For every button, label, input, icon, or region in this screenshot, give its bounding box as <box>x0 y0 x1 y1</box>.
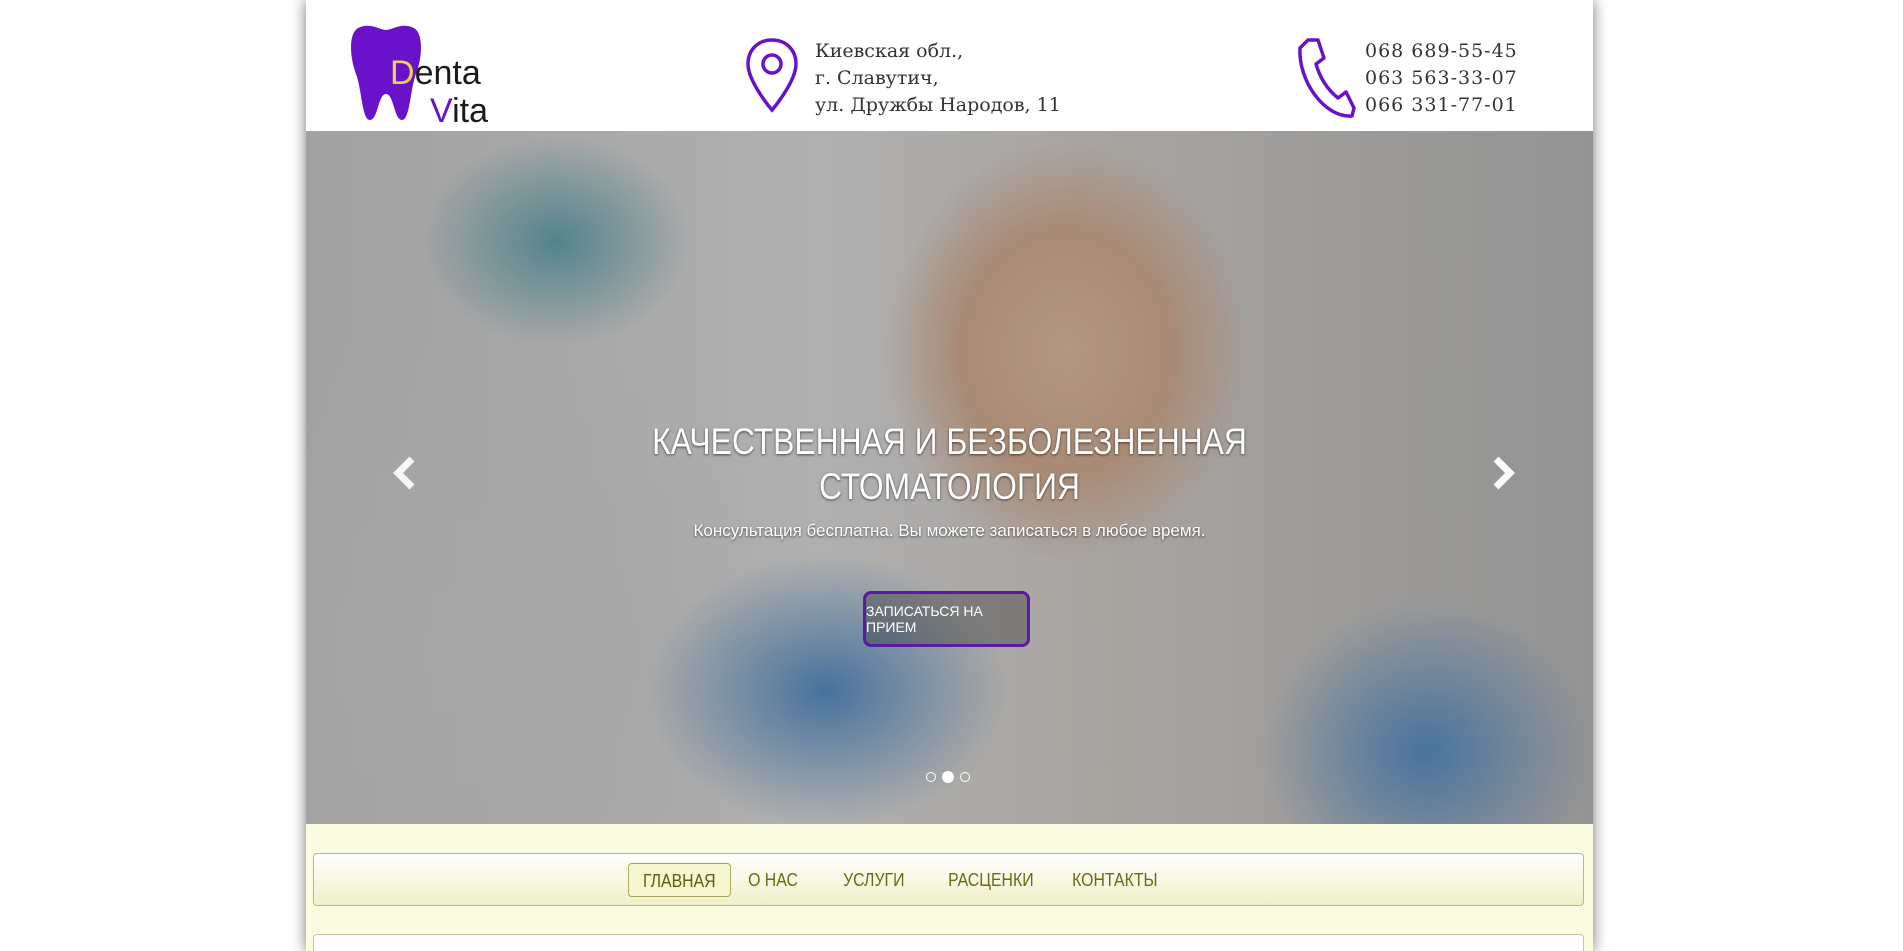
nav-item-contacts[interactable]: КОНТАКТЫ <box>1058 863 1172 897</box>
address-line: г. Славутич, <box>815 67 939 89</box>
carousel-indicators <box>926 771 970 783</box>
carousel-dot[interactable] <box>960 772 970 782</box>
phone-number[interactable]: 063 563-33-07 <box>1365 65 1518 92</box>
main-navbar: ГЛАВНАЯ О НАС УСЛУГИ РАСЦЕНКИ КОНТАКТЫ <box>313 853 1584 906</box>
phone-icon <box>1294 36 1356 125</box>
hero-title-line: КАЧЕСТВЕННАЯ И БЕЗБОЛЕЗНЕННАЯ <box>652 421 1247 462</box>
carousel-dot[interactable] <box>926 772 936 782</box>
logo-word-vita: Vita <box>430 92 488 130</box>
phone-block: 068 689-55-45 063 563-33-07 066 331-77-0… <box>1365 38 1518 119</box>
hero-carousel: КАЧЕСТВЕННАЯ И БЕЗБОЛЕЗНЕННАЯ СТОМАТОЛОГ… <box>306 131 1593 824</box>
map-pin-icon <box>744 36 800 121</box>
content-card <box>313 934 1584 951</box>
address-line: ул. Дружбы Народов, 11 <box>815 94 1061 116</box>
address-block: Киевская обл., г. Славутич, ул. Дружбы Н… <box>815 38 1061 119</box>
logo[interactable]: Denta Vita <box>350 24 490 128</box>
hero-title: КАЧЕСТВЕННАЯ И БЕЗБОЛЕЗНЕННАЯ СТОМАТОЛОГ… <box>396 419 1503 509</box>
nav-item-services[interactable]: УСЛУГИ <box>829 863 919 897</box>
nav-item-about[interactable]: О НАС <box>734 863 812 897</box>
hero-subtitle: Консультация бесплатна. Вы можете записа… <box>693 521 1206 540</box>
nav-item-home[interactable]: ГЛАВНАЯ <box>628 863 731 897</box>
page-container: Denta Vita Киевская обл., г. Славутич, у… <box>306 0 1593 951</box>
carousel-next-icon[interactable] <box>1482 453 1522 493</box>
carousel-prev-icon[interactable] <box>386 453 426 493</box>
book-appointment-button[interactable]: ЗАПИСАТЬСЯ НА ПРИЕМ <box>863 591 1030 647</box>
carousel-dot-active[interactable] <box>942 771 954 783</box>
logo-word-denta: Denta <box>390 54 481 92</box>
address-line: Киевская обл., <box>815 40 964 62</box>
site-header: Denta Vita Киевская обл., г. Славутич, у… <box>306 0 1593 131</box>
nav-item-prices[interactable]: РАСЦЕНКИ <box>934 863 1048 897</box>
phone-number[interactable]: 068 689-55-45 <box>1365 38 1518 65</box>
hero-title-line: СТОМАТОЛОГИЯ <box>818 466 1081 507</box>
nav-section: ГЛАВНАЯ О НАС УСЛУГИ РАСЦЕНКИ КОНТАКТЫ <box>306 824 1593 951</box>
phone-number[interactable]: 066 331-77-01 <box>1365 92 1518 119</box>
